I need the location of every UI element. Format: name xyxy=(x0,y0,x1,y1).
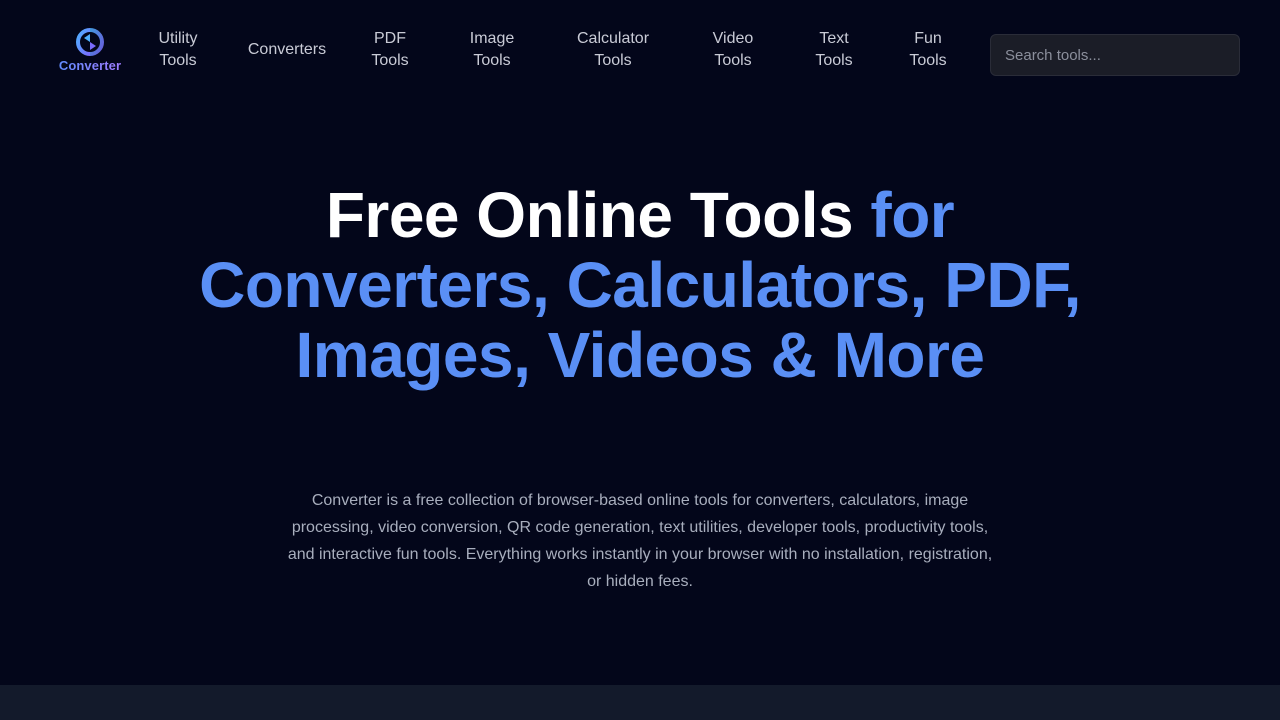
nav-label: Tools xyxy=(714,52,752,69)
brand-logo[interactable]: Converter xyxy=(52,24,130,76)
nav-label: Tools xyxy=(594,52,632,69)
nav-label: Calculator xyxy=(576,30,650,47)
nav-calculator-tools[interactable]: Calculator Tools xyxy=(568,28,658,72)
nav-label: Tools xyxy=(815,52,853,69)
hero-title: Free Online Tools for Converters, Calcul… xyxy=(180,180,1100,390)
search-input[interactable] xyxy=(990,34,1240,76)
nav-pdf-tools[interactable]: PDF Tools xyxy=(362,28,418,72)
nav-label: PDF xyxy=(373,30,406,47)
nav-label: Tools xyxy=(473,52,511,69)
nav-image-tools[interactable]: Image Tools xyxy=(460,28,524,72)
nav-converters[interactable]: Converters xyxy=(240,28,334,72)
nav-label: Tools xyxy=(909,52,947,69)
nav-label: Tools xyxy=(159,52,197,69)
hero-description: Converter is a free collection of browse… xyxy=(287,492,993,590)
nav-label: Text xyxy=(819,30,849,47)
nav-label: Fun xyxy=(914,30,942,47)
nav-utility-tools[interactable]: Utility Tools xyxy=(148,28,208,72)
nav-label: Tools xyxy=(371,52,409,69)
brand-name: Converter xyxy=(52,58,128,73)
nav-text-tools[interactable]: Text Tools xyxy=(806,28,862,72)
hero-title-white: Free Online Tools xyxy=(325,179,854,251)
nav-video-tools[interactable]: Video Tools xyxy=(704,28,762,72)
nav-label: Video xyxy=(712,30,754,47)
refresh-arrows-icon xyxy=(76,28,104,56)
nav-label: Converters xyxy=(247,41,327,58)
nav-label: Image xyxy=(469,30,515,47)
nav-label: Utility xyxy=(158,30,198,47)
site-header: Converter Utility Tools Converters PDF Too… xyxy=(0,0,1280,110)
next-section-band xyxy=(0,685,1280,720)
nav-fun-tools[interactable]: Fun Tools xyxy=(900,28,956,72)
